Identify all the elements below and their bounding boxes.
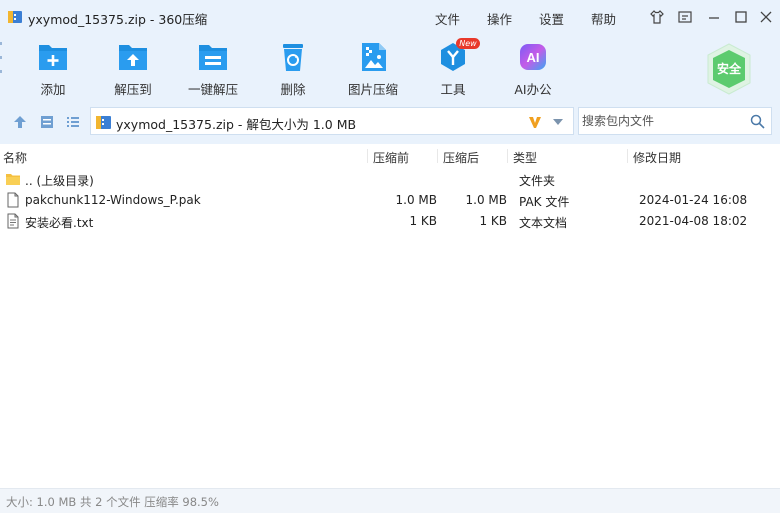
edge-mark [0, 42, 2, 45]
feedback-message-icon[interactable] [677, 9, 693, 25]
status-bar: 大小: 1.0 MB 共 2 个文件 压缩率 98.5% [0, 488, 780, 513]
file-size-after: 1.0 MB [465, 193, 507, 207]
file-type: 文本文档 [519, 216, 568, 230]
search-icon[interactable] [750, 114, 765, 129]
new-badge: New [456, 38, 480, 49]
file-icon [7, 192, 19, 208]
address-row: yxymod_15375.zip - 解包大小为 1.0 MB [0, 100, 780, 144]
minimize-icon[interactable] [706, 9, 722, 25]
status-text: 大小: 1.0 MB 共 2 个文件 压缩率 98.5% [6, 495, 219, 509]
edge-mark [0, 56, 2, 59]
column-divider[interactable] [627, 149, 628, 163]
v-logo-icon[interactable] [527, 114, 543, 130]
table-row-pak[interactable]: pakchunk112-Windows_P.pak 1.0 MB 1.0 MB … [0, 190, 780, 211]
search-box [578, 107, 772, 135]
ai-icon-text: AI [527, 50, 540, 65]
address-path: yxymod_15375.zip - 解包大小为 1.0 MB [116, 117, 357, 132]
column-name[interactable]: 名称 [3, 149, 27, 166]
zip-archive-icon [96, 116, 111, 129]
file-type: 文件夹 [519, 174, 556, 188]
image-compress-label: 图片压缩 [347, 82, 398, 97]
column-divider[interactable] [507, 149, 508, 163]
title-bar: yxymod_15375.zip - 360压缩 文件 操作 设置 帮助 [0, 0, 780, 34]
folder-icon [6, 174, 20, 185]
text-file-icon [7, 213, 19, 229]
recycle-bin-icon [283, 44, 303, 71]
tools-button[interactable]: New 工具 [421, 38, 485, 98]
file-modified: 2021-04-08 18:02 [639, 214, 748, 228]
thumbnail-view-icon[interactable] [39, 114, 55, 130]
column-divider[interactable] [367, 149, 368, 163]
search-input[interactable] [582, 113, 742, 129]
file-name: .. (上级目录) [25, 174, 94, 188]
tools-label: 工具 [440, 82, 466, 97]
chevron-down-icon[interactable] [552, 118, 564, 126]
column-modified[interactable]: 修改日期 [633, 149, 681, 166]
maximize-icon[interactable] [733, 9, 749, 25]
table-row-parent[interactable]: .. (上级目录) 文件夹 [0, 169, 780, 190]
one-click-extract-button[interactable]: 一键解压 [181, 40, 245, 98]
ai-office-label: AI办公 [514, 82, 552, 97]
menu-settings[interactable]: 设置 [539, 9, 564, 28]
main-toolbar: 添加 解压到 一键解压 删除 图片压缩 New 工具 AI AI办公 安全 [0, 34, 780, 100]
extract-to-button[interactable]: 解压到 [101, 40, 165, 98]
window-title: yxymod_15375.zip - 360压缩 [28, 12, 208, 27]
extract-to-icon [119, 45, 147, 70]
list-view-icon[interactable] [65, 114, 81, 130]
address-bar[interactable]: yxymod_15375.zip - 解包大小为 1.0 MB [90, 107, 574, 135]
add-button[interactable]: 添加 [21, 40, 85, 98]
file-type: PAK 文件 [519, 195, 570, 209]
column-size-after[interactable]: 压缩后 [443, 149, 479, 166]
menu-help[interactable]: 帮助 [591, 9, 616, 28]
zip-app-icon [8, 11, 22, 23]
one-click-extract-icon [199, 45, 227, 70]
safe-badge-text: 安全 [717, 61, 742, 76]
edge-mark [0, 70, 2, 73]
skin-shirt-icon[interactable] [649, 9, 665, 25]
column-size-before[interactable]: 压缩前 [373, 149, 409, 166]
column-type[interactable]: 类型 [513, 149, 537, 166]
add-label: 添加 [40, 82, 66, 97]
menu-file[interactable]: 文件 [435, 9, 460, 28]
extract-to-label: 解压到 [114, 82, 152, 97]
file-size-before: 1.0 MB [395, 193, 437, 207]
column-header: 名称 压缩前 压缩后 类型 修改日期 [0, 144, 780, 168]
table-row-txt[interactable]: 安装必看.txt 1 KB 1 KB 文本文档 2021-04-08 18:02 [0, 211, 780, 232]
file-size-after: 1 KB [479, 214, 507, 228]
file-modified: 2024-01-24 16:08 [639, 193, 748, 207]
image-compress-icon [362, 43, 386, 71]
image-compress-button[interactable]: 图片压缩 [341, 40, 405, 98]
up-arrow-icon[interactable] [12, 114, 28, 130]
ai-office-icon: AI [520, 44, 546, 70]
file-name: pakchunk112-Windows_P.pak [25, 193, 201, 207]
file-name: 安装必看.txt [25, 216, 94, 230]
one-click-extract-label: 一键解压 [187, 82, 238, 97]
close-icon[interactable] [758, 9, 774, 25]
column-divider[interactable] [437, 149, 438, 163]
delete-button[interactable]: 删除 [261, 40, 325, 98]
safe-shield-badge[interactable]: 安全 [704, 42, 754, 96]
ai-office-button[interactable]: AI AI办公 [501, 40, 565, 98]
add-file-icon [39, 45, 67, 70]
file-size-before: 1 KB [409, 214, 437, 228]
delete-label: 删除 [280, 82, 306, 97]
menu-operate[interactable]: 操作 [487, 9, 512, 28]
